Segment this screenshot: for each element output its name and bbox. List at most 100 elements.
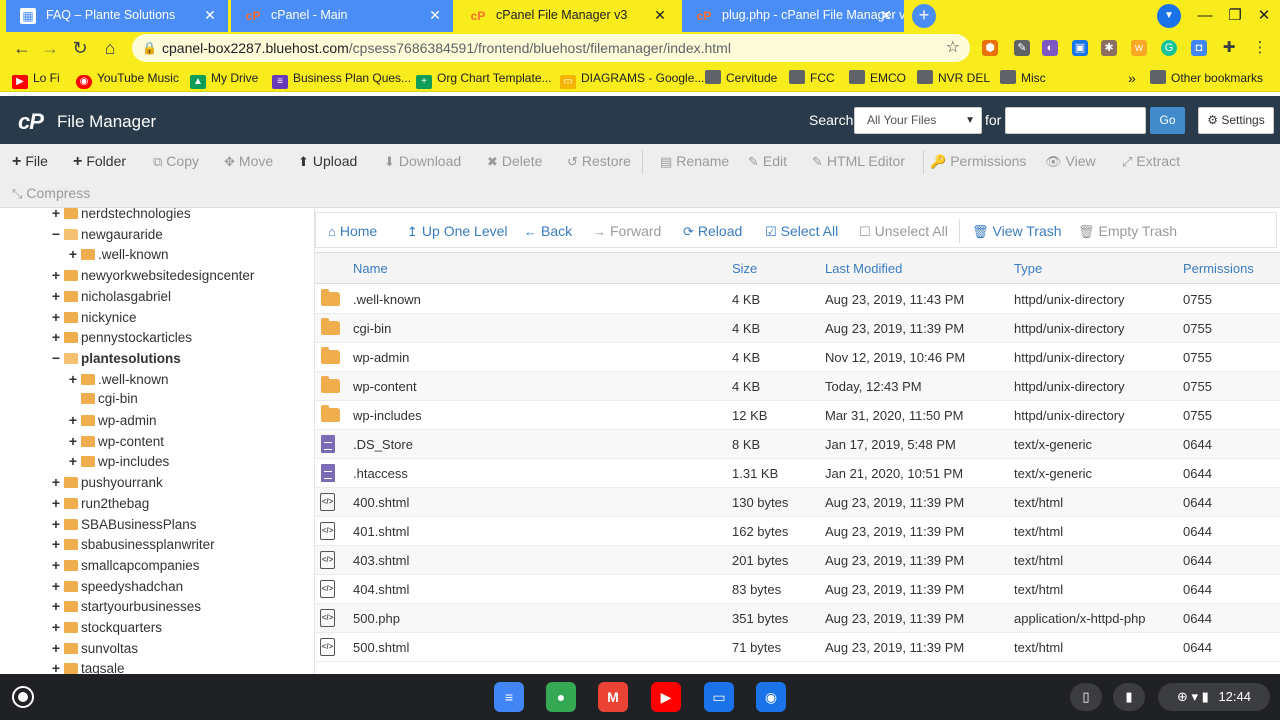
expand-icon[interactable]: + xyxy=(50,658,62,674)
tree-node-label[interactable]: nickynice xyxy=(81,310,137,325)
bookmark-fcc[interactable]: FCC xyxy=(789,69,835,87)
copy-button[interactable]: ⧉ Copy xyxy=(153,150,199,172)
tree-node[interactable]: − newgauraride xyxy=(50,224,163,244)
column-permissions[interactable]: Permissions xyxy=(1183,261,1254,276)
tree-node[interactable]: + SBABusinessPlans xyxy=(50,514,197,534)
tree-node-label[interactable]: nerdstechnologies xyxy=(81,208,191,221)
column-type[interactable]: Type xyxy=(1014,261,1042,276)
tree-node-label[interactable]: newgauraride xyxy=(81,227,163,242)
empty-trash-button[interactable]: 🗑 Empty Trash xyxy=(1078,221,1177,241)
tree-node-label[interactable]: sbabusinessplanwriter xyxy=(81,537,215,552)
tree-node[interactable]: + .well-known xyxy=(67,244,169,264)
bookmark-nvr-del[interactable]: NVR DEL xyxy=(917,69,990,87)
upload-button[interactable]: ⬆ Upload xyxy=(298,150,357,172)
view-button[interactable]: 👁 View xyxy=(1045,150,1096,172)
forward-arrow-icon[interactable]: → xyxy=(38,36,62,60)
download-button[interactable]: ⬇ Download xyxy=(384,150,461,172)
table-row[interactable]: .well-known 4 KB Aug 23, 2019, 11:43 PM htt… xyxy=(315,285,1280,314)
expand-icon[interactable]: + xyxy=(50,617,62,637)
go-button[interactable]: Go xyxy=(1150,107,1185,134)
reload-button[interactable]: ⟳ Reload xyxy=(683,221,742,241)
tree-node-label[interactable]: .well-known xyxy=(98,247,169,262)
window-close-icon[interactable]: ✕ xyxy=(1252,4,1276,28)
more-bookmarks-button[interactable]: » xyxy=(1128,69,1136,87)
expand-icon[interactable]: + xyxy=(50,286,62,306)
restore-button[interactable]: ↺ Restore xyxy=(567,150,631,172)
extension-icon[interactable]: ◐ xyxy=(1042,40,1058,56)
chrome-icon[interactable]: ● xyxy=(546,682,576,712)
tab-file-manager[interactable]: cP cPanel File Manager v3 ✕ xyxy=(456,0,678,32)
home-icon[interactable]: ⌂ xyxy=(98,36,122,60)
bookmark-my-drive[interactable]: ▲ My Drive xyxy=(190,69,258,89)
table-row[interactable]: cgi-bin 4 KB Aug 23, 2019, 11:39 PM httpd/u… xyxy=(315,314,1280,343)
tote-icon[interactable]: ▯ xyxy=(1070,683,1102,711)
extension-icon[interactable]: ▣ xyxy=(1072,40,1088,56)
maximize-icon[interactable]: ❐ xyxy=(1223,4,1247,28)
expand-icon[interactable]: + xyxy=(50,472,62,492)
edit-button[interactable]: ✎ Edit xyxy=(748,150,787,172)
tab-faq[interactable]: ▦ FAQ – Plante Solutions ✕ xyxy=(6,0,228,32)
tree-node-label[interactable]: smallcapcompanies xyxy=(81,558,200,573)
search-input[interactable] xyxy=(1005,107,1146,134)
address-bar[interactable]: 🔒 cpanel-box2287.bluehost.com/cpsess7686… xyxy=(132,34,970,62)
table-row[interactable]: wp-includes 12 KB Mar 31, 2020, 11:50 PM ht… xyxy=(315,401,1280,430)
tree-node[interactable]: + nerdstechnologies xyxy=(50,208,191,223)
kebab-menu-icon[interactable]: ⋮ xyxy=(1252,40,1268,56)
phone-hub-icon[interactable]: ▮ xyxy=(1113,683,1145,711)
html-editor-button[interactable]: ✎ HTML Editor xyxy=(812,150,905,172)
new-file-button[interactable]: + File xyxy=(12,150,48,172)
rename-button[interactable]: ▤ Rename xyxy=(660,150,729,172)
tree-node[interactable]: + pushyourrank xyxy=(50,472,163,492)
expand-icon[interactable]: + xyxy=(50,208,62,223)
minimize-icon[interactable]: — xyxy=(1193,4,1217,28)
tree-node[interactable]: + .well-known xyxy=(67,369,169,389)
tab-cpanel-main[interactable]: cP cPanel - Main ✕ xyxy=(231,0,453,32)
expand-icon[interactable]: + xyxy=(50,534,62,554)
tree-node[interactable]: + startyourbusinesses xyxy=(50,596,201,616)
expand-icon[interactable]: + xyxy=(50,514,62,534)
close-icon[interactable]: ✕ xyxy=(652,7,668,23)
expand-icon[interactable]: + xyxy=(67,431,79,451)
table-row[interactable]: wp-admin 4 KB Nov 12, 2019, 10:46 PM httpd/… xyxy=(315,343,1280,372)
tree-node[interactable]: + sbabusinessplanwriter xyxy=(50,534,215,554)
expand-icon[interactable]: + xyxy=(67,369,79,389)
tree-node[interactable]: + smallcapcompanies xyxy=(50,555,200,575)
view-trash-button[interactable]: 🗑 View Trash xyxy=(972,221,1062,241)
tree-node[interactable]: cgi-bin xyxy=(67,389,138,409)
select-all-button[interactable]: ☑ Select All xyxy=(765,221,838,241)
tree-node[interactable]: + sunvoltas xyxy=(50,638,138,658)
tree-node-label[interactable]: nicholasgabriel xyxy=(81,289,171,304)
tree-node-label[interactable]: cgi-bin xyxy=(98,391,138,406)
tree-node-label[interactable]: tagsale xyxy=(81,661,125,674)
up-one-level-button[interactable]: ↥ Up One Level xyxy=(407,221,508,241)
tree-node-label[interactable]: plantesolutions xyxy=(81,351,181,366)
tab-plug-php[interactable]: cP plug.php - cPanel File Manager v ✕ xyxy=(682,0,904,32)
settings-button[interactable]: ⚙ Settings xyxy=(1198,107,1274,134)
tree-node-label[interactable]: run2thebag xyxy=(81,496,149,511)
bookmark-business-plan[interactable]: ≡ Business Plan Ques... xyxy=(272,69,411,89)
launcher-icon[interactable] xyxy=(12,686,34,708)
bookmark-lo-fi[interactable]: ▶ Lo Fi xyxy=(12,69,60,89)
table-row[interactable]: .htaccess 1.31 KB Jan 21, 2020, 10:51 PM te… xyxy=(315,459,1280,488)
expand-icon[interactable]: + xyxy=(67,410,79,430)
tree-node[interactable]: + wp-admin xyxy=(67,410,157,430)
new-tab-button[interactable]: + xyxy=(912,4,936,28)
bookmark-misc[interactable]: Misc xyxy=(1000,69,1046,87)
expand-icon[interactable]: + xyxy=(50,493,62,513)
unselect-all-button[interactable]: ☐ Unselect All xyxy=(859,221,948,241)
tree-node-label[interactable]: SBABusinessPlans xyxy=(81,517,197,532)
expand-icon[interactable]: + xyxy=(50,576,62,596)
table-row[interactable]: </> 403.shtml 201 bytes Aug 23, 2019, 11:39… xyxy=(315,546,1280,575)
tab-search-icon[interactable]: ▼ xyxy=(1157,4,1181,28)
bookmark-org-chart[interactable]: + Org Chart Template... xyxy=(416,69,552,89)
table-row[interactable]: </> 500.shtml 71 bytes Aug 23, 2019, 11:39 … xyxy=(315,633,1280,662)
tree-node-label[interactable]: stockquarters xyxy=(81,620,162,635)
gmail-icon[interactable]: M xyxy=(598,682,628,712)
close-icon[interactable]: ✕ xyxy=(427,7,443,23)
extension-icon[interactable]: ⬢ xyxy=(982,40,998,56)
expand-icon[interactable]: + xyxy=(50,327,62,347)
tree-node-label[interactable]: sunvoltas xyxy=(81,641,138,656)
expand-icon[interactable]: + xyxy=(50,555,62,575)
delete-button[interactable]: ✖ Delete xyxy=(487,150,542,172)
tree-node[interactable]: + newyorkwebsitedesigncenter xyxy=(50,265,254,285)
